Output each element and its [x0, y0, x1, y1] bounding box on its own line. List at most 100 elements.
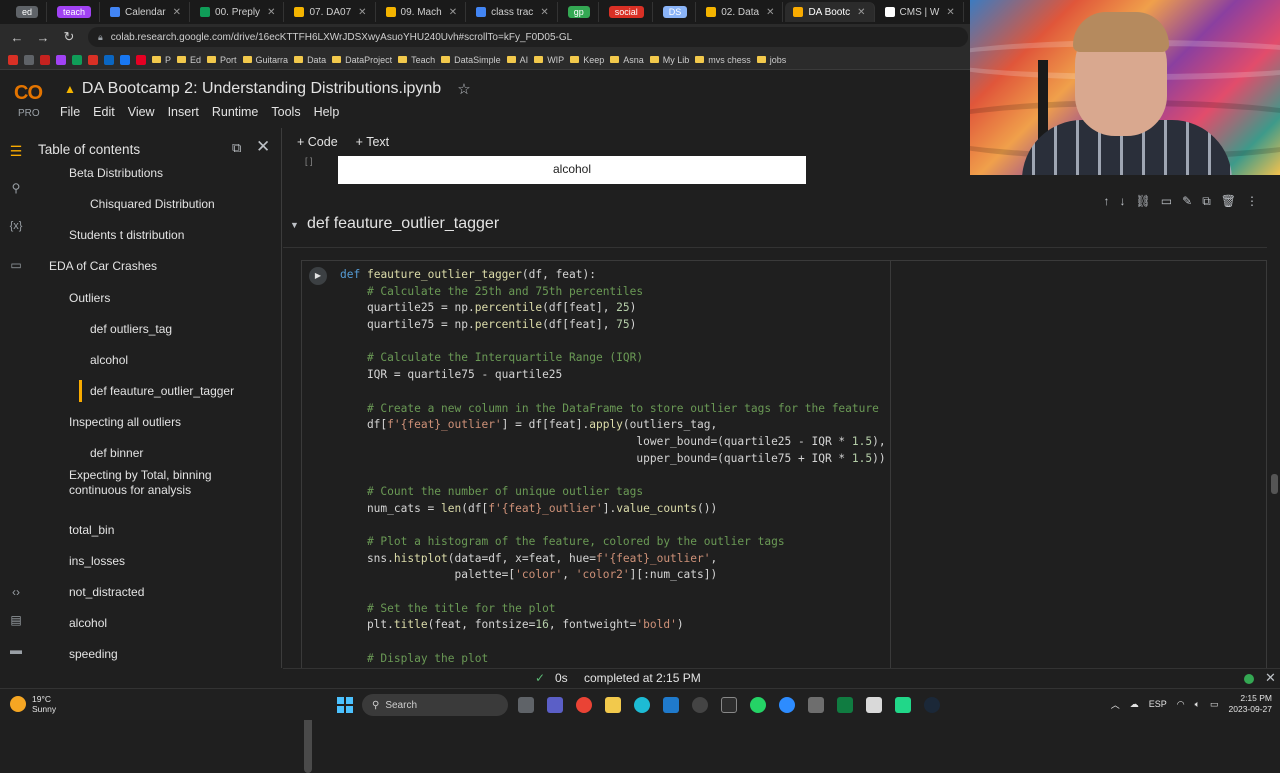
browser-tab[interactable]: social — [601, 2, 653, 22]
reload-icon[interactable]: ↻ — [62, 29, 76, 45]
browser-tab[interactable]: DA Bootc ✕ — [785, 2, 875, 22]
browser-tab[interactable]: 09. Mach ✕ — [378, 2, 467, 22]
files-icon[interactable]: ▭ — [8, 258, 24, 272]
browser-tab[interactable]: 07. DA07 ✕ — [286, 2, 376, 22]
bookmark[interactable] — [88, 54, 98, 65]
bookmark-folder[interactable]: Data — [294, 55, 326, 65]
weather-widget[interactable]: 19°C Sunny — [10, 694, 56, 714]
more-icon[interactable]: ⋮ — [1246, 194, 1258, 209]
browser-tab[interactable]: 02. Data ✕ — [698, 2, 784, 22]
clock[interactable]: 2:15 PM 2023-09-27 — [1229, 693, 1272, 715]
toc-item[interactable]: EDA of Car Crashes — [49, 259, 157, 274]
code-editor[interactable]: def feauture_outlier_tagger(df, feat): #… — [340, 267, 886, 668]
bookmark-folder[interactable]: Port — [207, 55, 237, 65]
notebook-scrollbar[interactable] — [1271, 474, 1278, 494]
bookmark[interactable] — [56, 54, 66, 65]
variables-icon[interactable]: {x} — [8, 220, 24, 232]
bookmark[interactable] — [72, 54, 82, 65]
bookmark[interactable] — [24, 54, 34, 65]
tab-group-label[interactable]: teach — [57, 6, 92, 18]
close-tab-icon[interactable]: ✕ — [267, 7, 275, 18]
language-indicator[interactable]: ESP — [1149, 699, 1167, 709]
bookmark-folder[interactable]: Teach — [398, 55, 435, 65]
close-tab-icon[interactable]: ✕ — [358, 7, 366, 18]
github-icon[interactable] — [692, 697, 708, 713]
bookmark[interactable] — [104, 54, 114, 65]
code-cell[interactable]: ▶ def feauture_outlier_tagger(df, feat):… — [301, 260, 1267, 668]
mirror-icon[interactable]: ⧉ — [1202, 194, 1211, 209]
notepad-icon[interactable] — [866, 697, 882, 713]
close-tab-icon[interactable]: ✕ — [449, 7, 457, 18]
menu-insert[interactable]: Insert — [168, 105, 199, 119]
toc-item[interactable]: Outliers — [69, 291, 110, 306]
menu-runtime[interactable]: Runtime — [212, 105, 259, 119]
colab-logo[interactable]: CO — [14, 82, 43, 105]
bookmark[interactable] — [8, 54, 18, 65]
command-palette-icon[interactable]: ▤ — [8, 613, 24, 627]
taskbar-search[interactable]: ⚲ Search — [362, 694, 508, 716]
toc-item[interactable]: Beta Distributions — [69, 166, 163, 181]
toc-item[interactable]: total_bin — [69, 523, 114, 538]
comment-icon[interactable]: ▭ — [1161, 194, 1172, 209]
move-down-icon[interactable]: ↓ — [1120, 194, 1126, 209]
bookmark-folder[interactable]: DataSimple — [441, 55, 501, 65]
collapse-arrow-icon[interactable]: ▼ — [290, 220, 299, 230]
add-text-button[interactable]: + Text — [356, 135, 389, 149]
browser-tab[interactable]: class trac ✕ — [468, 2, 558, 22]
back-icon[interactable]: ← — [10, 30, 24, 45]
close-tab-icon[interactable]: ✕ — [766, 7, 774, 18]
battery-icon[interactable]: ▭ — [1210, 699, 1219, 710]
move-up-icon[interactable]: ↑ — [1104, 194, 1110, 209]
toc-item[interactable]: ins_losses — [69, 554, 125, 569]
browser-tab[interactable]: Calendar ✕ — [102, 2, 191, 22]
menu-file[interactable]: File — [60, 105, 80, 119]
toc-item[interactable]: Expecting by Total, binning continuous f… — [69, 468, 212, 498]
bookmark-folder[interactable]: My Lib — [649, 55, 689, 65]
menu-help[interactable]: Help — [314, 105, 340, 119]
browser-tab[interactable]: DS — [655, 2, 697, 22]
terminal-app-icon[interactable] — [721, 697, 737, 713]
edit-icon[interactable]: ✎ — [1182, 194, 1192, 209]
run-cell-button[interactable]: ▶ — [309, 267, 327, 285]
code-snippets-icon[interactable]: ‹› — [8, 585, 24, 599]
browser-tab[interactable]: CMS | W ✕ — [877, 2, 964, 22]
address-bar[interactable]: 🔒︎ colab.research.google.com/drive/16ecK… — [88, 27, 968, 47]
toc-item[interactable]: Students t distribution — [69, 228, 184, 243]
bookmark-folder[interactable]: P — [152, 55, 171, 65]
menu-edit[interactable]: Edit — [93, 105, 115, 119]
close-tab-icon[interactable]: ✕ — [857, 7, 865, 18]
calculator-icon[interactable] — [808, 697, 824, 713]
bookmark-folder[interactable]: Asna — [610, 55, 644, 65]
bookmark-folder[interactable]: jobs — [756, 55, 786, 65]
browser-tab[interactable]: 00. Preply ✕ — [192, 2, 285, 22]
bookmark-folder[interactable]: DataProject — [332, 55, 392, 65]
bookmark[interactable] — [120, 54, 130, 65]
star-icon[interactable]: ☆ — [457, 80, 470, 98]
bookmark-folder[interactable]: mvs chess — [695, 55, 751, 65]
task-view-icon[interactable] — [518, 697, 534, 713]
bookmark-folder[interactable]: Ed — [177, 55, 201, 65]
close-icon[interactable]: ✕ — [256, 137, 270, 157]
bookmark-folder[interactable]: AI — [506, 55, 528, 65]
add-code-button[interactable]: + Code — [297, 135, 338, 149]
browser-tab[interactable]: gp — [560, 2, 599, 22]
link-icon[interactable]: ⛓︎ — [1136, 194, 1151, 209]
menu-tools[interactable]: Tools — [271, 105, 300, 119]
close-tab-icon[interactable]: ✕ — [946, 7, 954, 18]
toc-item[interactable]: alcohol — [69, 616, 107, 631]
toc-item[interactable]: def feauture_outlier_tagger — [90, 384, 234, 399]
toc-item[interactable]: Inspecting all outliers — [69, 415, 181, 430]
tab-group-label[interactable]: gp — [567, 6, 590, 18]
bookmark-folder[interactable]: Keep — [570, 55, 604, 65]
tab-group-label[interactable]: social — [608, 6, 644, 18]
start-icon[interactable] — [337, 697, 353, 713]
pycharm-icon[interactable] — [895, 697, 911, 713]
whatsapp-icon[interactable] — [750, 697, 766, 713]
connection-status-icon[interactable] — [1244, 674, 1254, 684]
toc-item[interactable]: def outliers_tag — [90, 322, 172, 337]
wifi-icon[interactable]: ◠ — [1177, 699, 1185, 710]
forward-icon[interactable]: → — [36, 30, 50, 45]
search-icon[interactable]: ⚲ — [8, 181, 24, 195]
onedrive-icon[interactable]: ☁ — [1130, 699, 1139, 710]
close-tab-icon[interactable]: ✕ — [540, 7, 548, 18]
